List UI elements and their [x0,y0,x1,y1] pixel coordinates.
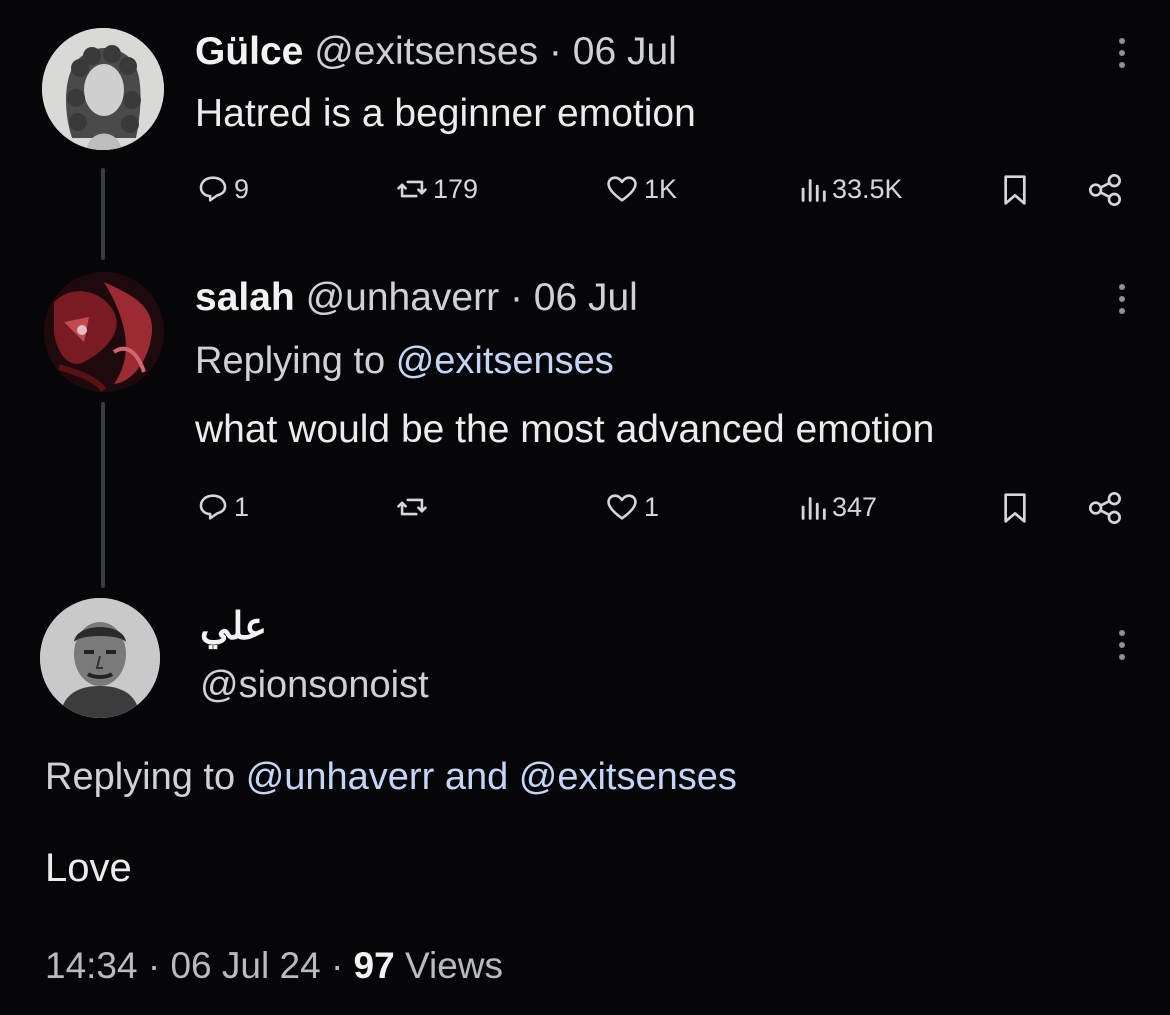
tweet-date[interactable]: 06 Jul [573,30,677,73]
tweet-text: Love [45,846,132,890]
more-options-icon[interactable] [1114,284,1130,314]
views-count: 97 [353,945,395,986]
tweet-date[interactable]: 06 Jul [534,276,638,319]
user-handle[interactable]: @unhaverr [306,276,500,319]
like-button[interactable]: 1 [604,490,659,524]
separator-dot: · [147,945,161,986]
user-handle[interactable]: @sionsonoist [200,664,429,707]
separator-dot: · [330,945,344,986]
reply-count: 9 [234,173,250,204]
heart-icon [607,176,637,202]
mention-link[interactable]: @exitsenses [396,340,614,382]
thread-connector [101,168,105,260]
avatar[interactable] [40,598,160,718]
retweet-icon [397,180,427,198]
heart-icon [607,494,637,520]
display-name[interactable]: salah [195,276,295,319]
retweet-count: 179 [433,173,479,204]
views-chart-icon [801,497,826,520]
more-options-icon[interactable] [1114,630,1130,660]
views-label: Views [404,945,504,986]
share-icon[interactable] [1086,174,1124,211]
like-count: 1K [644,173,678,204]
reply-button[interactable]: 9 [196,172,249,206]
separator-dot: · [548,30,562,73]
mention-link[interactable]: @exitsenses [519,756,737,798]
tweet-meta: 14:34 · 06 Jul 24 · 97 Views [45,945,503,987]
retweet-icon [397,498,427,516]
man-portrait-icon [40,598,160,718]
red-painting-portrait-icon [44,272,164,392]
mention-link[interactable]: @unhaverr [246,756,435,798]
replying-to: Replying to @unhaverr and @exitsenses [45,756,737,799]
views-button[interactable]: 33.5K [798,172,903,206]
display-name[interactable]: علي [200,604,267,649]
bookmark-icon[interactable] [1000,174,1030,211]
avatar[interactable] [44,272,164,392]
reply-button[interactable]: 1 [196,490,249,524]
views-chart-icon [801,179,826,202]
tweet-header: Gülce @exitsenses · 06 Jul [195,30,677,74]
thread-connector [101,402,105,588]
user-handle[interactable]: @exitsenses [314,30,538,73]
reply-icon [199,176,227,202]
like-count: 1 [644,491,660,522]
replying-to: Replying to @exitsenses [195,340,614,383]
curly-hair-portrait-icon [42,28,164,150]
like-button[interactable]: 1K [604,172,677,206]
display-name[interactable]: Gülce [195,30,303,73]
replying-prefix: Replying to [45,756,236,798]
tweet-text: Hatred is a beginner emotion [195,92,696,135]
tweet-text: what would be the most advanced emotion [195,408,935,451]
tweet-time[interactable]: 14:34 [45,945,138,986]
tweet-header: salah @unhaverr · 06 Jul [195,276,638,320]
replying-and: and [444,756,509,798]
views-count: 347 [832,491,878,522]
bookmark-icon[interactable] [1000,492,1030,529]
reply-count: 1 [234,491,250,522]
replying-prefix: Replying to [195,340,386,382]
reply-icon [199,494,227,520]
separator-dot: · [509,276,523,319]
tweet-full-date[interactable]: 06 Jul 24 [170,945,320,986]
more-options-icon[interactable] [1114,38,1130,68]
retweet-button[interactable]: 179 [395,172,478,206]
share-icon[interactable] [1086,492,1124,529]
retweet-button[interactable] [395,490,433,524]
views-button[interactable]: 347 [798,490,877,524]
avatar[interactable] [42,28,164,150]
views-count: 33.5K [832,173,903,204]
